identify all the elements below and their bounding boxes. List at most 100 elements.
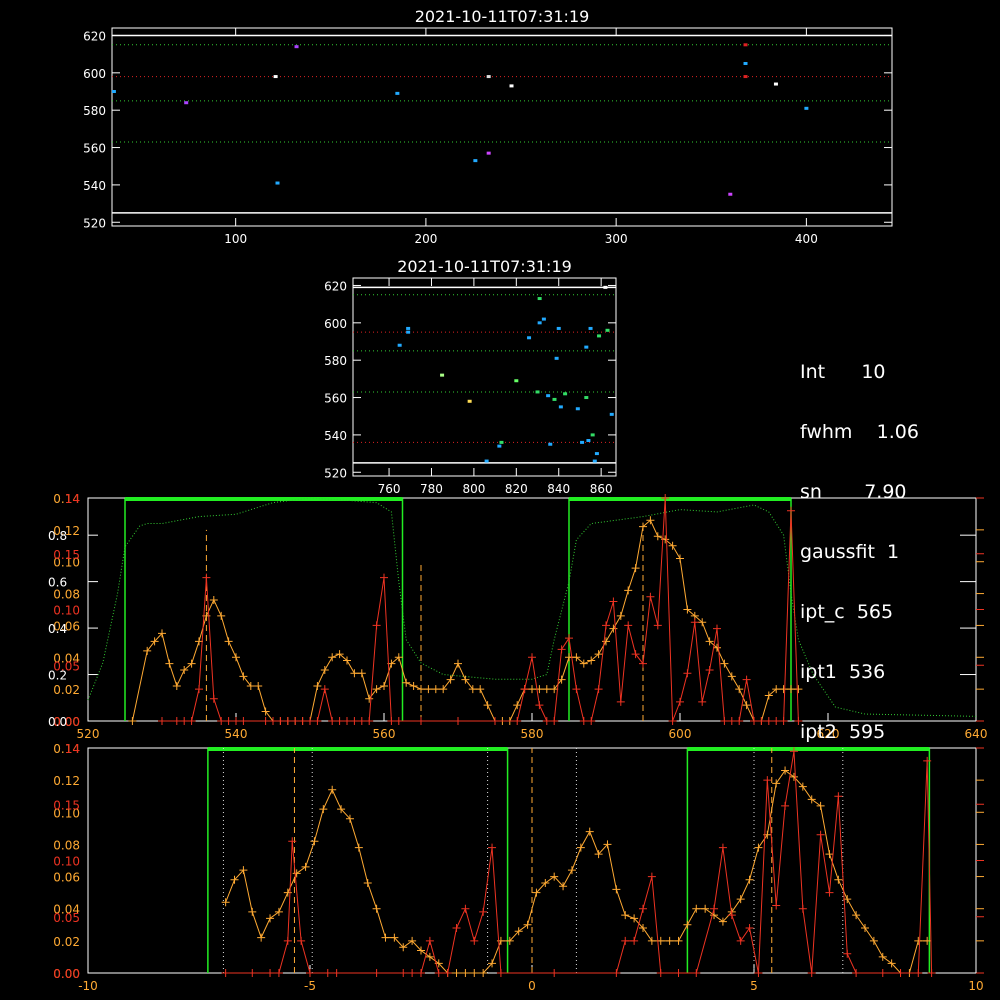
data-point	[590, 433, 595, 437]
red-data-point	[690, 618, 699, 627]
filter-window	[568, 498, 792, 721]
red-data-point	[266, 969, 275, 977]
orange-data-point	[701, 904, 710, 913]
plot-frame	[111, 27, 893, 227]
data-point	[558, 405, 563, 409]
orange-data-point	[735, 685, 744, 694]
orange-data-point	[454, 659, 462, 668]
x-tick-label: 780	[420, 482, 443, 496]
orange-data-point	[224, 637, 233, 646]
x-tick-label: 640	[965, 727, 988, 741]
x-tick-label: 520	[77, 727, 100, 741]
red-data-point	[425, 936, 434, 945]
data-point	[586, 439, 591, 443]
red-data-point	[779, 717, 788, 725]
red-data-point	[834, 792, 843, 801]
overlay-tick-label: 0.08	[53, 838, 80, 852]
x-tick-label: 840	[547, 482, 570, 496]
data-point	[397, 343, 402, 347]
red-data-point	[224, 717, 233, 725]
red-data-point	[202, 573, 211, 582]
orange-data-point	[742, 701, 751, 710]
orange-data-point	[653, 532, 662, 541]
red-data-point	[288, 837, 297, 846]
overlay-tick-label: 0.10	[53, 855, 80, 869]
red-data-point	[380, 573, 388, 582]
red-data-point	[520, 685, 529, 694]
orange-data-point	[417, 685, 425, 694]
red-data-point	[852, 969, 861, 977]
orange-data-point	[683, 920, 692, 929]
y-tick-label: 620	[324, 279, 347, 293]
orange-data-point	[631, 564, 640, 573]
data-point	[743, 61, 748, 65]
data-point	[556, 326, 561, 330]
data-point	[563, 392, 568, 396]
orange-data-point	[357, 669, 366, 678]
orange-data-point	[172, 681, 181, 690]
red-data-point	[195, 685, 203, 694]
orange-data-point	[676, 554, 684, 563]
orange-data-point	[736, 895, 745, 904]
data-point	[548, 442, 553, 446]
red-data-point	[323, 969, 332, 977]
orange-data-point	[621, 911, 630, 920]
data-point	[484, 459, 489, 463]
orange-data-point	[576, 843, 585, 852]
red-data-point	[692, 969, 701, 977]
data-point	[499, 440, 504, 444]
orange-data-point	[372, 904, 381, 913]
red-data-point	[676, 697, 684, 706]
data-point	[497, 444, 502, 448]
red-data-point	[172, 717, 181, 725]
middle-scatter-panel: 2021-10-11T07:31:19 520 540 560 580 600 620 760…	[324, 257, 617, 496]
red-data-point	[764, 717, 773, 725]
x-tick-label: 5	[750, 979, 758, 993]
red-data-point	[587, 717, 596, 725]
orange-data-point	[772, 779, 781, 788]
info-fwhm: fwhm 1.06	[800, 421, 919, 443]
red-data-point	[602, 621, 610, 630]
red-data-point	[668, 717, 677, 725]
red-data-point	[313, 717, 322, 725]
data-point	[440, 373, 445, 377]
orange-data-point	[692, 904, 701, 913]
orange-data-point	[567, 866, 576, 875]
red-data-point	[261, 717, 270, 725]
x-tick-label: 860	[590, 482, 613, 496]
info-gaussfit: gaussfit 1	[800, 541, 900, 563]
data-point	[743, 43, 748, 47]
red-data-point	[496, 969, 505, 977]
data-point	[467, 399, 472, 403]
red-data-point	[750, 717, 758, 725]
red-data-point	[878, 969, 887, 977]
data-point	[597, 334, 602, 338]
data-point	[609, 412, 614, 416]
y-tick-label: 560	[83, 142, 106, 156]
orange-data-point	[380, 681, 388, 690]
y-tick-label: 560	[324, 392, 347, 406]
data-point	[535, 390, 540, 394]
orange-data-point	[283, 888, 292, 897]
red-data-point	[372, 969, 381, 977]
y-tick-label: 520	[83, 216, 106, 230]
info-sn: sn 7.90	[800, 481, 907, 503]
y-tick-label: 620	[83, 29, 106, 43]
orange-data-point	[328, 653, 337, 662]
red-data-point	[394, 717, 403, 725]
data-point	[575, 407, 580, 411]
red-data-point	[357, 717, 366, 725]
y-tick-label: 540	[324, 429, 347, 443]
red-data-point	[283, 936, 292, 945]
top-scatter-panel: 2021-10-11T07:31:19 520 540 560 580 600 620 100…	[83, 7, 893, 246]
orange-data-point	[612, 885, 621, 894]
orange-data-point	[425, 952, 434, 961]
red-data-point	[399, 969, 408, 977]
x-tick-label: 200	[414, 232, 437, 246]
red-data-point	[372, 621, 381, 630]
red-data-point	[328, 717, 337, 725]
data-point	[275, 181, 280, 185]
data-point	[580, 440, 585, 444]
data-point	[554, 356, 559, 360]
red-data-point	[387, 717, 396, 725]
